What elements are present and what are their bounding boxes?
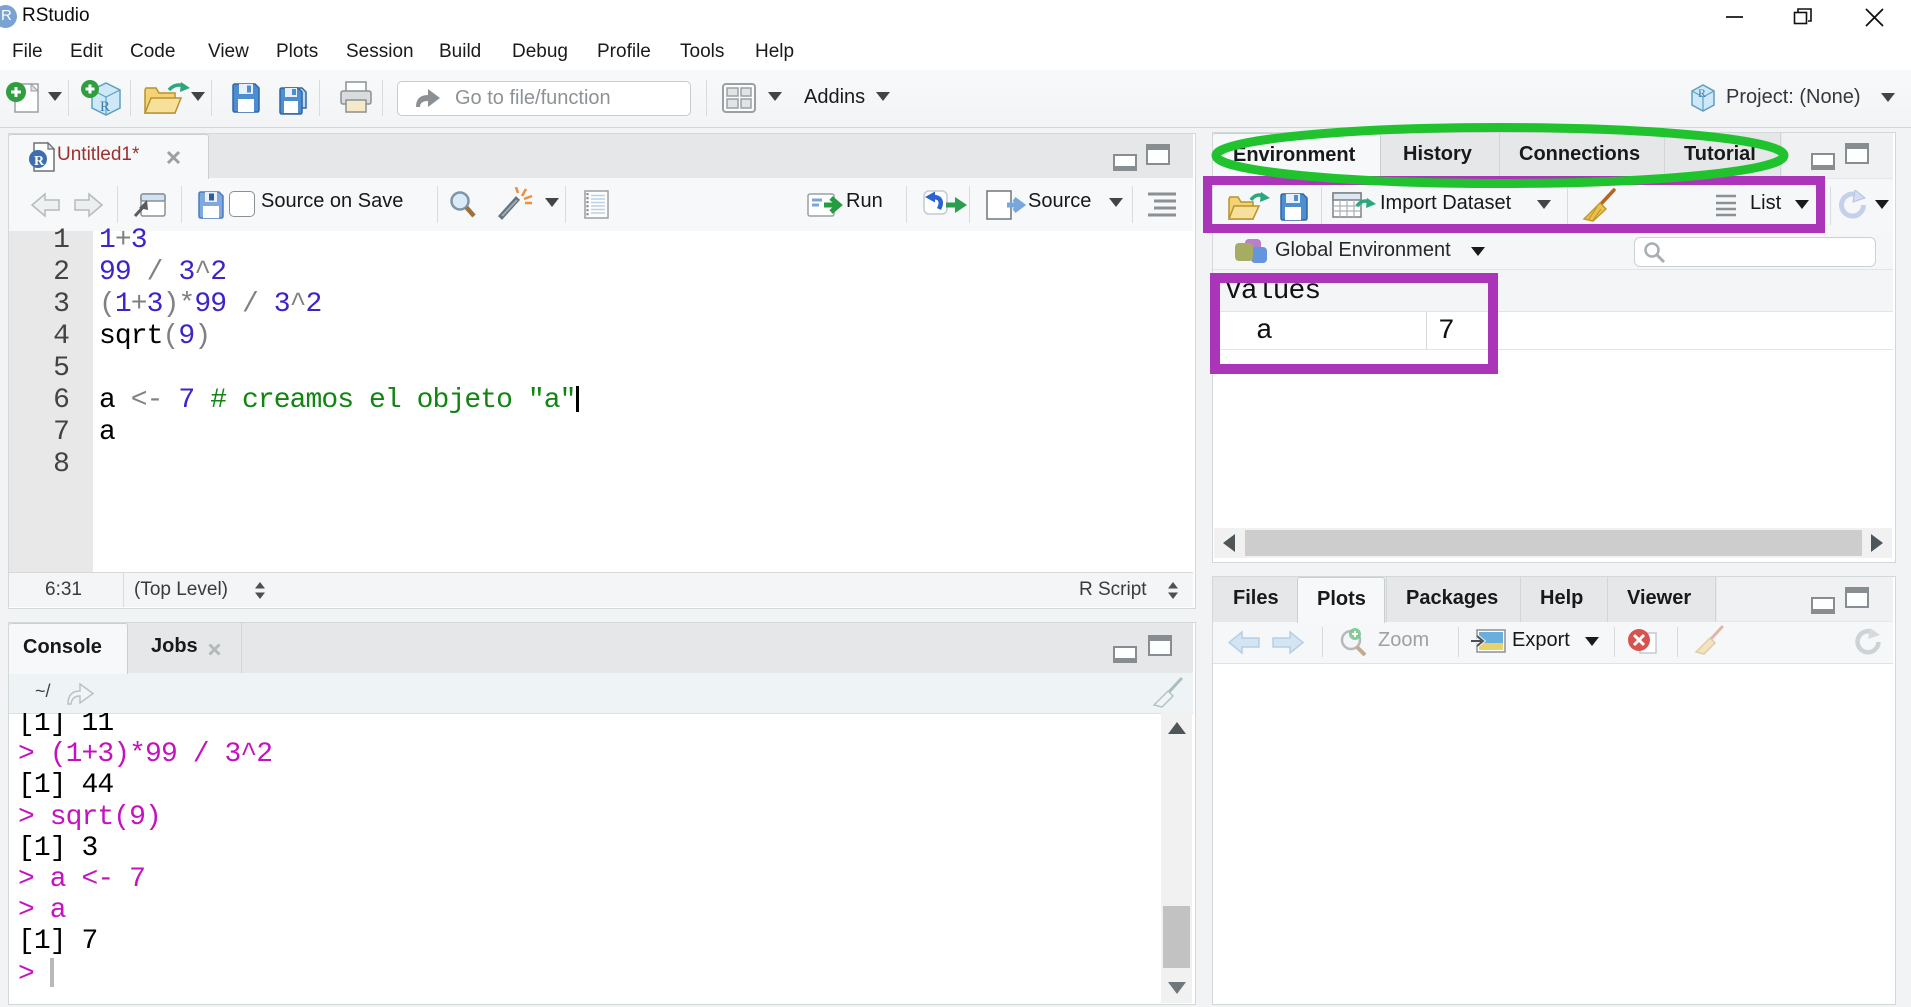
- svg-text:R: R: [1698, 86, 1706, 100]
- svg-text:R: R: [34, 154, 45, 169]
- svg-text:R: R: [100, 99, 110, 115]
